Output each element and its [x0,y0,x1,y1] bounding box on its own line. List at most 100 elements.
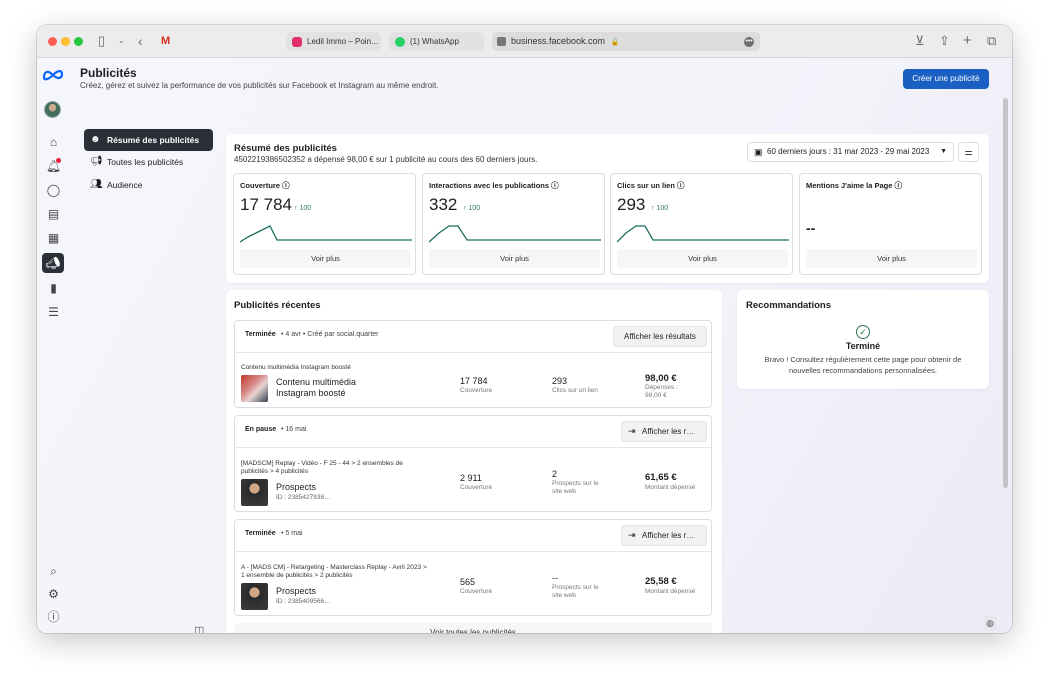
ad-reach-label: Couverture [460,588,493,595]
ad-status: Terminée [245,331,276,338]
ad-item[interactable]: Terminée • 5 mai ⇥ Afficher les r… A - [… [234,519,712,616]
messages-icon[interactable]: ◯ [45,181,62,198]
ad-thumbnail [241,375,268,402]
tab-whatsapp[interactable]: (1) WhatsApp [389,32,484,51]
date-range-selector[interactable]: ▣ 60 derniers jours : 31 mar 2023 - 29 m… [747,142,954,162]
ad-amount-label: Montant dépensé [645,588,696,595]
subnav-item-summary[interactable]: ☻ Résumé des publicités [84,129,213,151]
ad-title: Contenu multimédia Instagram boosté [276,377,357,398]
summary-description: 4502219386502352 a dépensé 98,00 € sur 1… [234,155,538,164]
recommendations-card: Recommandations ✓ Terminé Bravo ! Consul… [737,290,989,389]
download-icon[interactable]: ⊻ [915,32,925,50]
back-arrow-icon[interactable]: ‹ [138,32,143,50]
address-bar[interactable]: business.facebook.com 🔒 ••• [492,32,760,51]
page-subtitle: Créez, gérez et suivez la performance de… [80,81,439,90]
metric-card-page-likes: Mentions J'aime la Page ⓘ -- Voir plus [799,173,982,275]
share-icon[interactable]: ⇪ [939,32,950,50]
see-more-button[interactable]: Voir plus [617,249,788,268]
arrow-up-icon: ↑ [463,205,467,212]
ad-amount-label: Dépenses : 98,00 € [645,384,678,399]
sliders-icon: ⚌ [964,147,973,157]
metric-title: Couverture ⓘ [240,181,290,190]
ad-reach: 17 784 [460,376,488,386]
see-more-button[interactable]: Voir plus [429,249,600,268]
new-tab-icon[interactable]: + [963,32,972,50]
tab-overview-icon[interactable]: ⧉ [987,32,996,50]
info-icon[interactable]: ⓘ [895,181,903,190]
translate-icon[interactable]: ◍ [983,616,997,630]
ad-amount: 61,65 € [645,472,677,483]
whatsapp-icon [395,36,405,47]
gmail-tab-icon[interactable]: M [161,32,170,50]
zoom-window-button[interactable] [74,37,83,46]
planner-icon[interactable]: ▦ [45,229,62,246]
ad-result: -- [552,573,558,583]
info-icon[interactable]: ⓘ [282,181,290,190]
show-results-button[interactable]: Afficher les résultats [613,326,707,347]
filter-settings-button[interactable]: ⚌ [958,142,979,162]
ad-thumbnail [241,479,268,506]
ad-title: Prospects [276,586,317,596]
ad-item[interactable]: Terminée • 4 avr • Créé par social.quart… [234,320,712,408]
show-results-button[interactable]: ⇥ Afficher les r… [621,421,707,442]
ad-reach: 2 911 [460,473,482,483]
info-icon[interactable]: ⓘ [677,181,685,190]
ad-status: Terminée [245,530,276,537]
ad-result-label: Prospects sur le site web [552,480,599,495]
browser-window: ▯ ⌄ ‹ M Ledil Immo – Poin… (1) WhatsApp … [37,25,1012,633]
subnav-item-all-ads[interactable]: 📢︎ Toutes les publicités [84,151,213,173]
page-content: ⌂ 🔔︎ ◯ ▤ ▦ 📣︎ ▮ ☰ ⌕ ⚙ ⓘ Publicités Créez… [37,58,1012,633]
ad-item[interactable]: En pause • 16 mai ⇥ Afficher les r… [MAD… [234,415,712,512]
see-all-ads-button[interactable]: Voir toutes les publicités [234,623,712,633]
help-icon[interactable]: ⓘ [45,608,62,625]
facebook-favicon-icon [497,37,506,46]
lock-icon: 🔒 [610,39,620,46]
metric-delta: ↑ 100 [294,205,312,212]
close-window-button[interactable] [48,37,57,46]
sidebar-toggle-icon[interactable]: ▯ [98,32,105,50]
home-icon[interactable]: ⌂ [45,133,62,150]
metric-value: 17 784 [240,195,292,214]
see-more-button[interactable]: Voir plus [240,249,411,268]
tab-ledil-immo[interactable]: Ledil Immo – Poin… [286,32,381,51]
subnav-label: Audience [107,180,143,190]
menu-icon[interactable]: ☰ [45,303,62,320]
check-circle-icon: ✓ [856,325,870,339]
ad-name: [MADSCM] Replay - Vidéo - F 25 - 44 > 2 … [241,460,403,475]
ad-result: 293 [552,376,568,386]
ads-megaphone-icon[interactable]: 📣︎ [42,253,64,273]
content-icon[interactable]: ▤ [45,205,62,222]
url-text: business.facebook.com [511,36,606,46]
notifications-icon[interactable]: 🔔︎ [45,157,62,174]
ad-date: • 5 mai [281,530,303,537]
account-avatar[interactable] [44,101,61,118]
info-icon[interactable]: ⓘ [551,181,559,190]
page-options-icon[interactable]: ••• [744,36,754,47]
collapse-panel-icon[interactable]: ◫ [194,624,204,633]
subnav-item-audience[interactable]: 👥︎ Audience [84,174,213,196]
ad-amount-label: Montant dépensé [645,484,696,491]
notification-dot [56,158,61,163]
scrollbar[interactable] [1003,98,1008,488]
show-results-button[interactable]: ⇥ Afficher les r… [621,525,707,546]
metric-title: Clics sur un lien ⓘ [617,181,685,190]
search-icon[interactable]: ⌕ [45,563,62,580]
divider [235,551,711,552]
chevron-down-icon[interactable]: ⌄ [118,32,125,50]
minimize-window-button[interactable] [61,37,70,46]
insights-icon[interactable]: ▮ [45,279,62,296]
export-icon: ⇥ [628,426,636,436]
create-ad-button[interactable]: Créer une publicité [903,69,989,89]
see-more-button[interactable]: Voir plus [806,249,977,268]
meta-logo-icon[interactable] [42,68,64,81]
metric-delta: ↑ 100 [463,205,481,212]
ad-name: A - [MADS CM] - Retargeting - Masterclas… [241,564,427,579]
settings-gear-icon[interactable]: ⚙ [45,585,62,602]
calendar-icon: ▣ [754,147,763,157]
ad-date: • 16 mai [281,426,307,433]
metric-delta: ↑ 100 [651,205,669,212]
metric-card-interactions: Interactions avec les publications ⓘ 332… [422,173,605,275]
ad-reach-label: Couverture [460,387,493,394]
subnav-label: Toutes les publicités [107,157,184,167]
recommendations-title: Recommandations [746,300,831,311]
